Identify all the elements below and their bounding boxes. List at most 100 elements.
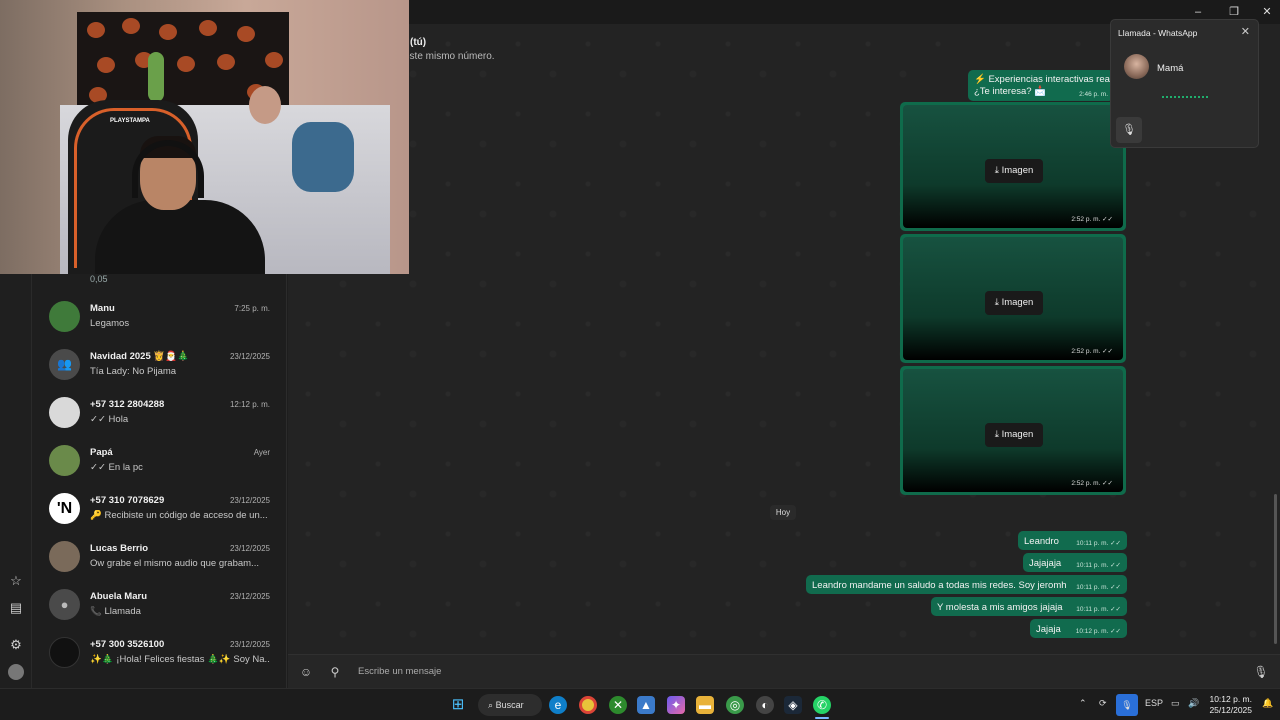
microphone-in-use-icon[interactable]: 🎙 (1116, 694, 1138, 716)
chrome-icon[interactable] (579, 696, 597, 714)
chat-name: Abuela Maru (90, 591, 148, 602)
tray-overflow-icon[interactable]: ⌃ (1079, 698, 1087, 709)
avatar (49, 637, 80, 668)
chat-time: Ayer (253, 448, 270, 457)
chat-preview: 📞 Llamada (90, 606, 141, 617)
archive-icon[interactable]: ▤ (8, 600, 24, 616)
message-text: Jajaja (1036, 624, 1061, 635)
chat-preview: Tía Lady: No Pijama (90, 366, 177, 377)
chat-name: +57 312 2804288 (90, 399, 165, 410)
chat-time: 23/12/2025 (229, 640, 270, 649)
copilot-icon[interactable]: ✦ (667, 696, 685, 714)
avatar (49, 541, 80, 572)
taskbar: ⊞ ⌕ Buscar e ✕ ▲ ✦ ▬ ◎ ◐ ◈ ✆ ⌃ ⟳ 🎙 ESP ▭… (0, 688, 1280, 720)
language-indicator[interactable]: ESP (1145, 698, 1163, 708)
group-avatar-icon: 👥 (49, 349, 80, 380)
chat-list-item[interactable]: Lucas Berrio 23/12/2025 Ow grabe el mism… (32, 533, 286, 581)
download-icon: ⤓ (994, 165, 999, 176)
image-message[interactable]: ⤓ Imagen 2:52 p. m. ✓✓ (900, 366, 1126, 495)
chat-time: 23/12/2025 (229, 592, 270, 601)
image-message[interactable]: ⤓ Imagen 2:52 p. m. ✓✓ (900, 102, 1126, 231)
chat-list-item[interactable]: Papá Ayer ✓✓ En la pc (32, 437, 286, 485)
chat-header-name[interactable]: (tú) (410, 37, 426, 48)
image-message[interactable]: ⤓ Imagen 2:52 p. m. ✓✓ (900, 234, 1126, 363)
sync-icon[interactable]: ⟳ (1099, 698, 1107, 709)
chat-name: Navidad 2025 👸🎅🎄 (90, 351, 189, 362)
close-window-button[interactable]: ✕ (1259, 4, 1275, 20)
search-icon: ⌕ (488, 700, 494, 710)
photos-icon[interactable]: ▲ (637, 696, 655, 714)
chat-list-item[interactable]: +57 312 2804288 12:12 p. m. ✓✓ Hola (32, 389, 286, 437)
webcam-person (95, 200, 265, 274)
webcam-mask (249, 86, 281, 124)
starred-icon[interactable]: ☆ (8, 573, 24, 589)
message-time: 10:11 p. m. ✓✓ (1076, 562, 1121, 569)
chat-name: +57 310 7078629 (90, 495, 165, 506)
webcam-figure (148, 52, 164, 102)
app-icon[interactable]: ◐ (756, 696, 774, 714)
windows-start-icon[interactable]: ⊞ (449, 696, 467, 714)
message-input[interactable]: Escribe un mensaje (358, 666, 441, 677)
webcam-overlay: PLAYSTAMPA (0, 0, 409, 274)
chat-name: Lucas Berrio (90, 543, 149, 554)
chat-preview-partial: 0,05 (90, 274, 108, 284)
chat-list-item[interactable]: ● Abuela Maru 23/12/2025 📞 Llamada (32, 581, 286, 629)
message-bubble[interactable]: Jajaja 10:12 p. m. ✓✓ (1030, 619, 1127, 638)
message-time: 2:52 p. m. ✓✓ (1071, 348, 1113, 355)
chat-preview: ✓✓ En la pc (90, 462, 143, 473)
download-icon: ⤓ (994, 429, 999, 440)
settings-gear-icon[interactable]: ⚙ (8, 637, 24, 653)
chat-list-item[interactable]: +57 300 3526100 23/12/2025 ✨🎄 ¡Hola! Fel… (32, 629, 286, 677)
network-icon[interactable]: ▭ (1171, 698, 1180, 709)
chrome-profile-icon[interactable]: ◎ (726, 696, 744, 714)
message-bubble[interactable]: Y molesta a mis amigos jajaja 10:11 p. m… (931, 597, 1127, 616)
profile-avatar[interactable] (8, 664, 24, 680)
chat-list-item[interactable]: 'N +57 310 7078629 23/12/2025 🔑 Recibist… (32, 485, 286, 533)
message-time: 2:52 p. m. ✓✓ (1071, 480, 1113, 487)
chat-preview: Legamos (90, 318, 130, 329)
xbox-icon[interactable]: ✕ (609, 696, 627, 714)
message-text: Jajajaja (1029, 558, 1062, 569)
message-text: ¿Te interesa? 📩 (974, 86, 1047, 97)
chat-scrollbar[interactable] (1274, 494, 1277, 644)
message-time: 2:52 p. m. ✓✓ (1071, 216, 1113, 223)
chat-time: 12:12 p. m. (229, 400, 270, 409)
avatar (49, 301, 80, 332)
download-image-button[interactable]: ⤓ Imagen (985, 423, 1043, 447)
volume-icon[interactable]: 🔊 (1188, 698, 1199, 709)
user-placeholder-icon: ● (49, 589, 80, 620)
file-explorer-icon[interactable]: ▬ (696, 696, 714, 714)
message-time: 10:12 p. m. ✓✓ (1075, 628, 1121, 635)
restore-button[interactable]: ❐ (1226, 4, 1242, 20)
microphone-icon[interactable]: 🎙 (1116, 117, 1142, 143)
message-time: 2:46 p. m. (1079, 91, 1108, 98)
message-bubble[interactable]: Jajajaja 10:11 p. m. ✓✓ (1023, 553, 1127, 572)
incoming-call-popup: Llamada - WhatsApp ✕ Mamá 🎙 (1110, 19, 1259, 148)
edge-browser-icon[interactable]: e (549, 696, 567, 714)
chat-time: 23/12/2025 (229, 544, 270, 553)
steam-icon[interactable]: ◈ (784, 696, 802, 714)
message-bubble-promo[interactable]: ⚡ Experiencias interactivas reales ¿Te i… (968, 70, 1122, 101)
message-bubble[interactable]: Leandro mandame un saludo a todas mis re… (806, 575, 1127, 594)
chat-list-item[interactable]: Manu 7:25 p. m. Legamos (32, 293, 286, 341)
taskbar-search[interactable]: ⌕ Buscar (478, 694, 542, 716)
download-image-button[interactable]: ⤓ Imagen (985, 159, 1043, 183)
download-icon: ⤓ (994, 297, 999, 308)
day-separator: Hoy (770, 505, 796, 520)
download-image-button[interactable]: ⤓ Imagen (985, 291, 1043, 315)
attach-icon[interactable]: ⚲ (327, 664, 343, 680)
microphone-icon[interactable]: 🎙 (1253, 664, 1269, 680)
whatsapp-icon[interactable]: ✆ (813, 696, 831, 714)
message-text: Leandro (1024, 536, 1059, 547)
taskbar-clock[interactable]: 10:12 p. m. 25/12/2025 (1209, 694, 1252, 716)
active-app-indicator (815, 717, 829, 719)
notification-icon[interactable]: 🔔 (1262, 698, 1273, 709)
emoji-icon[interactable]: ☺ (298, 664, 314, 680)
chat-list: 0,05 Manu 7:25 p. m. Legamos 👥 Navidad 2… (32, 274, 287, 688)
message-bubble[interactable]: Leandro 10:11 p. m. ✓✓ (1018, 531, 1127, 550)
minimize-button[interactable]: – (1190, 4, 1206, 20)
message-text: Leandro mandame un saludo a todas mis re… (812, 580, 1067, 591)
chat-list-item[interactable]: 👥 Navidad 2025 👸🎅🎄 23/12/2025 Tía Lady: … (32, 341, 286, 389)
message-time: 10:11 p. m. ✓✓ (1076, 606, 1121, 613)
close-icon[interactable]: ✕ (1241, 25, 1250, 38)
